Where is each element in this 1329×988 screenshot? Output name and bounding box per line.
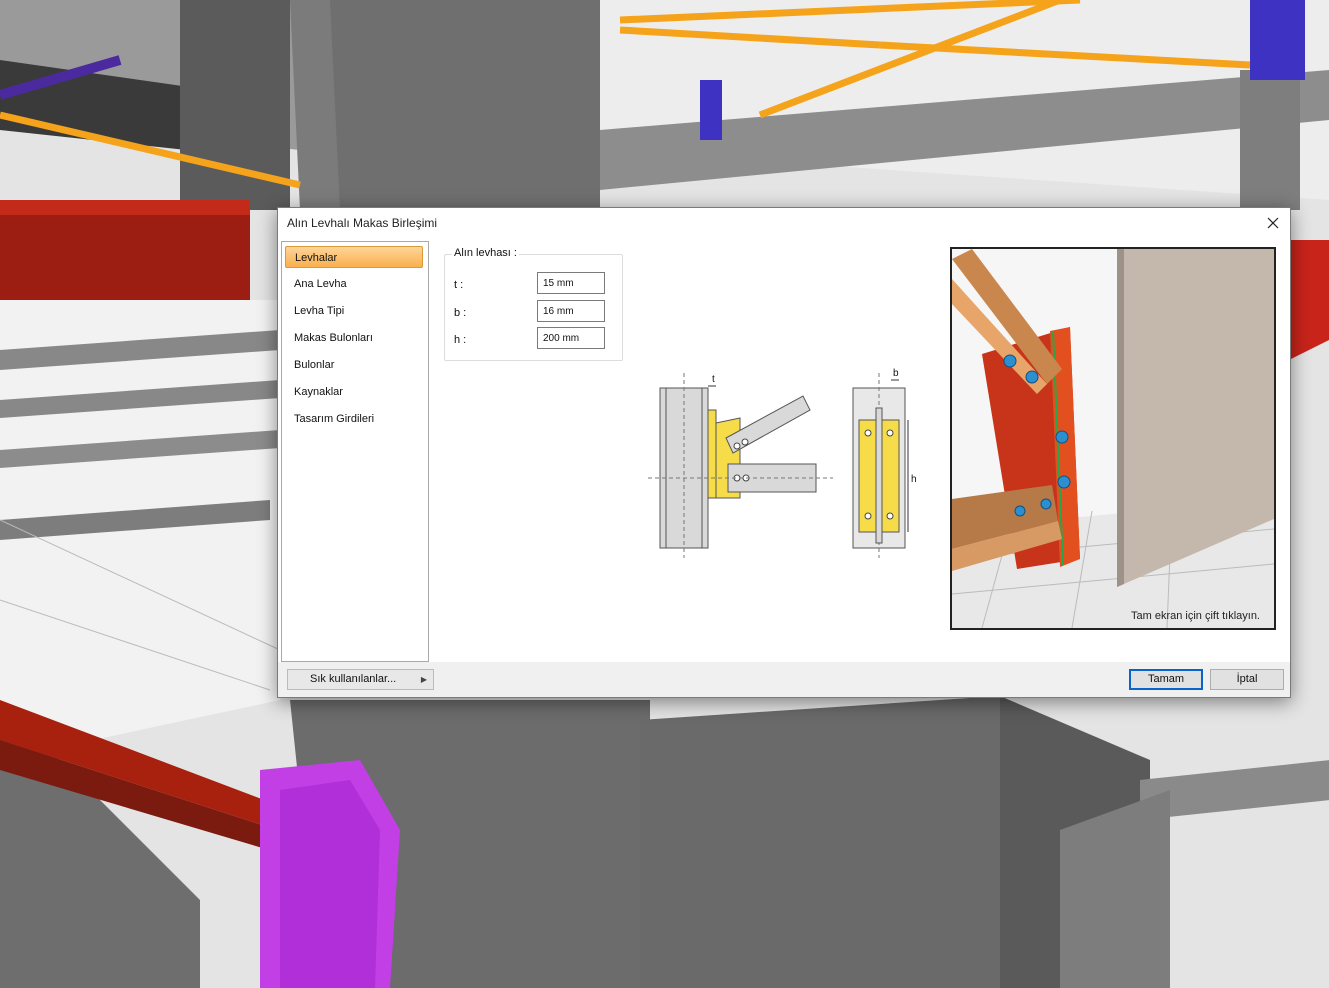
b-input[interactable] — [537, 300, 605, 322]
h-dimension-label: h — [911, 474, 917, 485]
ok-button[interactable]: Tamam — [1129, 669, 1203, 690]
t-input[interactable] — [537, 272, 605, 294]
preview-3d-image — [952, 249, 1274, 628]
b-label: b : — [454, 307, 467, 319]
front-view: h b — [852, 368, 917, 558]
h-input[interactable] — [537, 327, 605, 349]
nav-item-levha-tipi[interactable]: Levha Tipi — [285, 300, 423, 322]
cancel-button[interactable]: İptal — [1210, 669, 1284, 690]
dialog-titlebar: Alın Levhalı Makas Birleşimi — [278, 208, 1290, 238]
t-dimension-label: t — [712, 374, 715, 385]
plate-dimensions-group: Alın levhası : t : b : h : — [444, 247, 623, 361]
nav-item-bulonlar[interactable]: Bulonlar — [285, 354, 423, 376]
nav-item-levhalar[interactable]: Levhalar — [285, 246, 423, 268]
preview-hint: Tam ekran için çift tıklayın. — [1131, 610, 1260, 622]
plate-dimension-diagram: t h b — [648, 368, 917, 558]
nav-item-ana-levha[interactable]: Ana Levha — [285, 273, 423, 295]
h-label: h : — [454, 334, 467, 346]
preview-3d-panel[interactable]: Tam ekran için çift tıklayın. — [950, 247, 1276, 630]
nav-item-makas-bulonlari[interactable]: Makas Bulonları — [285, 327, 423, 349]
end-plate-truss-connection-dialog: Alın Levhalı Makas Birleşimi Levhalar An… — [277, 207, 1291, 698]
dialog-content: Levhalar Ana Levha Levha Tipi Makas Bulo… — [278, 238, 1290, 662]
triangle-right-icon: ▶ — [420, 675, 427, 684]
side-view: t — [648, 373, 833, 558]
favorites-dropdown-button[interactable]: Sık kullanılanlar... ▶ — [287, 669, 434, 690]
dialog-footer: Sık kullanılanlar... ▶ Tamam İptal — [278, 662, 1290, 697]
favorites-label: Sık kullanılanlar... — [310, 673, 397, 685]
dialog-title: Alın Levhalı Makas Birleşimi — [287, 216, 438, 230]
nav-item-tasarim-girdileri[interactable]: Tasarım Girdileri — [285, 408, 423, 430]
close-icon[interactable] — [1260, 210, 1286, 236]
plate-group-title: Alın levhası : — [452, 247, 519, 259]
nav-item-kaynaklar[interactable]: Kaynaklar — [285, 381, 423, 403]
b-dimension-label: b — [893, 368, 899, 379]
category-list: Levhalar Ana Levha Levha Tipi Makas Bulo… — [281, 241, 429, 662]
t-label: t : — [454, 279, 464, 291]
